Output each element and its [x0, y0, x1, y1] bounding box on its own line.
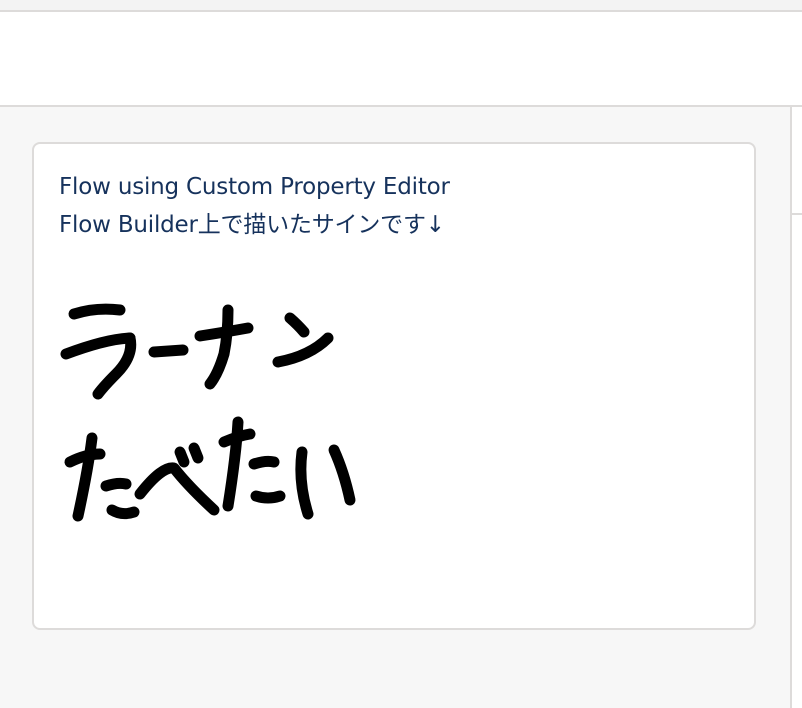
signature-stroke	[72, 432, 98, 522]
handwritten-signature-image	[60, 303, 356, 522]
right-panel-divider	[792, 213, 802, 215]
signature-stroke	[204, 304, 234, 390]
display-text-line-2: Flow Builder上で描いたサインです↓	[59, 212, 445, 238]
signature-stroke	[284, 312, 310, 338]
signature-stroke	[60, 332, 136, 360]
signature-stroke	[272, 332, 334, 368]
signature-stroke	[174, 446, 190, 468]
signature-stroke	[106, 504, 140, 520]
top-strip	[0, 0, 802, 10]
display-text-line-1: Flow using Custom Property Editor	[59, 174, 450, 200]
signature-stroke	[134, 462, 220, 516]
display-text-card: Flow using Custom Property Editor Flow B…	[32, 142, 756, 630]
signature-stroke	[328, 444, 356, 506]
signature-stroke	[148, 344, 189, 358]
signature-stroke	[250, 490, 286, 504]
signature-stroke	[100, 477, 132, 492]
signature-stroke	[248, 455, 280, 470]
header-bar	[0, 10, 802, 107]
signature-stroke	[68, 303, 126, 320]
right-panel-edge	[790, 107, 802, 708]
signature-stroke	[188, 442, 204, 464]
signature-stroke	[295, 446, 314, 520]
